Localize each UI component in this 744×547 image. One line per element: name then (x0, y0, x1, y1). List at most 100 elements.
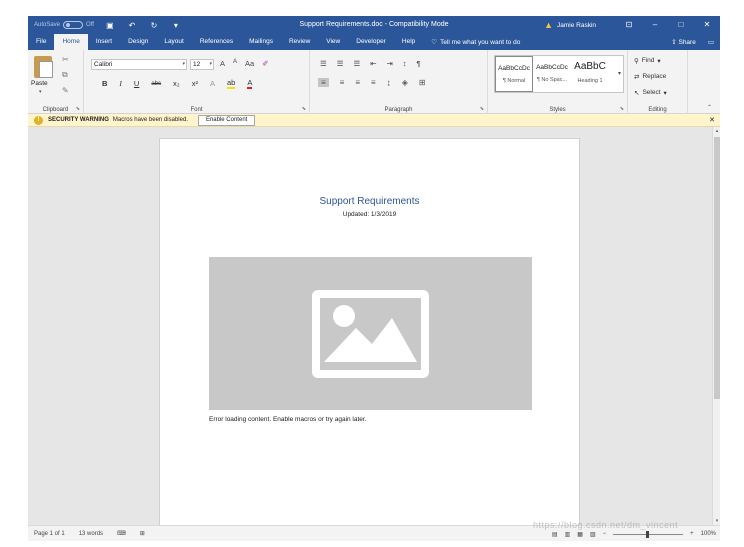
minimize-icon[interactable]: – (642, 16, 668, 34)
tab-references[interactable]: References (192, 34, 241, 50)
increase-indent-icon[interactable]: ⇥ (387, 59, 393, 68)
clipboard-group: Paste ▾ ✂ ⧉ ✎ Clipboard ⬊ (28, 50, 84, 114)
paragraph-launcher-icon[interactable]: ⬊ (480, 106, 484, 112)
tab-developer[interactable]: Developer (348, 34, 394, 50)
scrollbar-thumb[interactable] (714, 137, 720, 399)
find-label: Find (641, 57, 655, 64)
style-heading-1[interactable]: AaBbC Heading 1 (571, 56, 609, 92)
tab-layout[interactable]: Layout (156, 34, 192, 50)
style-no-spacing[interactable]: AaBbCcDc ¶ No Spac... (533, 56, 571, 92)
share-button[interactable]: ⇪ Share (671, 38, 696, 46)
chevron-down-icon: ▾ (663, 89, 667, 97)
tab-insert[interactable]: Insert (88, 34, 120, 50)
user-account[interactable]: ▲ Jamie Raskin (544, 20, 596, 30)
clear-formatting-icon[interactable]: ✐ (262, 59, 268, 68)
align-left-icon[interactable]: ≡ (318, 78, 329, 87)
font-size-select[interactable]: 12 ▾ (190, 59, 214, 70)
bullets-icon[interactable]: ☰ (320, 59, 327, 68)
autosave-toggle[interactable] (63, 21, 84, 29)
comments-icon[interactable]: ▭ (708, 38, 714, 46)
align-right-icon[interactable]: ≡ (355, 78, 360, 87)
text-effects-icon[interactable]: A (210, 79, 215, 88)
zoom-out-icon[interactable]: − (603, 531, 607, 537)
superscript-button[interactable]: x² (192, 79, 198, 88)
print-layout-icon[interactable]: ▦ (577, 531, 583, 538)
highlight-color-icon[interactable]: ab (226, 78, 236, 89)
font-launcher-icon[interactable]: ⬊ (302, 106, 306, 112)
tab-file[interactable]: File (28, 34, 54, 50)
numbering-icon[interactable]: ☰ (337, 59, 344, 68)
strikethrough-button[interactable]: abc (151, 81, 161, 87)
error-message: Error loading content. Enable macros or … (209, 416, 367, 423)
tell-me-label: Tell me what you want to do (440, 38, 521, 46)
copy-icon[interactable]: ⧉ (62, 70, 69, 80)
align-center-icon[interactable]: ≡ (340, 78, 345, 87)
proofing-icon[interactable]: ⌨ (117, 530, 126, 537)
clipboard-launcher-icon[interactable]: ⬊ (76, 106, 80, 112)
customize-qat-icon[interactable]: ▾ (170, 21, 182, 30)
lightbulb-icon: ♡ (431, 39, 438, 46)
vertical-scrollbar[interactable]: ▴ ▾ (712, 127, 720, 525)
underline-button[interactable]: U (134, 79, 139, 88)
scroll-down-icon[interactable]: ▾ (713, 517, 720, 525)
save-icon[interactable]: ▣ (104, 21, 116, 30)
zoom-level[interactable]: 100% (701, 531, 716, 537)
bold-button[interactable]: B (102, 79, 107, 88)
maximize-icon[interactable]: □ (668, 16, 694, 34)
subscript-button[interactable]: x₂ (173, 79, 180, 88)
replace-button[interactable]: ⇄ Replace (634, 71, 667, 82)
font-name-select[interactable]: Calibri ▾ (91, 59, 187, 70)
grow-font-button[interactable]: A (220, 59, 225, 68)
zoom-slider[interactable] (613, 530, 684, 538)
shading-icon[interactable]: ◈ (402, 78, 408, 87)
format-painter-icon[interactable]: ✎ (62, 86, 69, 95)
tab-help[interactable]: Help (394, 34, 423, 50)
cut-icon[interactable]: ✂ (62, 55, 69, 64)
web-layout-icon[interactable]: ▧ (590, 531, 596, 538)
document-page[interactable]: Support Requirements Updated: 1/3/2019 E… (159, 138, 580, 525)
focus-mode-icon[interactable]: ▤ (552, 531, 558, 538)
sort-icon[interactable]: ↕ (403, 59, 407, 68)
undo-icon[interactable]: ↶ (126, 21, 138, 30)
tab-review[interactable]: Review (281, 34, 318, 50)
page-count[interactable]: Page 1 of 1 (34, 531, 65, 537)
line-spacing-icon[interactable]: ↨ (387, 78, 391, 87)
read-mode-icon[interactable]: ▥ (565, 531, 571, 538)
paste-icon[interactable] (34, 56, 53, 78)
shrink-font-button[interactable]: A (233, 59, 237, 68)
justify-icon[interactable]: ≡ (371, 78, 376, 87)
styles-launcher-icon[interactable]: ⬊ (620, 106, 624, 112)
pilcrow-icon[interactable]: ¶ (417, 59, 421, 68)
accessibility-icon[interactable]: ⊞ (140, 530, 145, 537)
font-color-icon[interactable]: A (247, 78, 253, 89)
replace-label: Replace (642, 73, 667, 80)
tabs-right: ⇪ Share ▭ (671, 34, 714, 50)
paste-button[interactable]: Paste (31, 80, 48, 87)
style-normal[interactable]: AaBbCcDc ¶ Normal (495, 56, 533, 92)
autosave-control[interactable]: AutoSave Off (34, 21, 94, 29)
select-button[interactable]: ↖ Select ▾ (634, 87, 667, 98)
tab-home[interactable]: Home (54, 34, 88, 50)
zoom-slider-knob[interactable] (646, 530, 650, 538)
scroll-up-icon[interactable]: ▴ (713, 127, 720, 135)
decrease-indent-icon[interactable]: ⇤ (370, 59, 376, 68)
change-case-button[interactable]: Aa (245, 59, 254, 68)
multilevel-list-icon[interactable]: ☰ (353, 59, 360, 68)
tab-mailings[interactable]: Mailings (241, 34, 281, 50)
close-icon[interactable]: ✕ (694, 16, 720, 34)
tab-view[interactable]: View (318, 34, 348, 50)
enable-content-button[interactable]: Enable Content (197, 114, 256, 126)
redo-icon[interactable]: ↻ (148, 21, 160, 30)
tab-design[interactable]: Design (120, 34, 156, 50)
borders-icon[interactable]: ⊞ (419, 78, 426, 87)
word-count[interactable]: 13 words (79, 531, 103, 537)
ribbon-display-options-icon[interactable]: ⊡ (616, 16, 642, 34)
italic-button[interactable]: I (119, 79, 122, 88)
find-button[interactable]: ⚲ Find ▾ (634, 55, 667, 66)
paste-dropdown-icon[interactable]: ▾ (39, 89, 42, 95)
zoom-in-icon[interactable]: + (690, 531, 694, 537)
collapse-ribbon-icon[interactable]: ⌃ (707, 104, 712, 111)
tell-me-search[interactable]: ♡ Tell me what you want to do (423, 34, 520, 50)
close-icon[interactable]: ✕ (709, 116, 715, 124)
styles-more-icon[interactable]: ▾ (618, 70, 621, 77)
